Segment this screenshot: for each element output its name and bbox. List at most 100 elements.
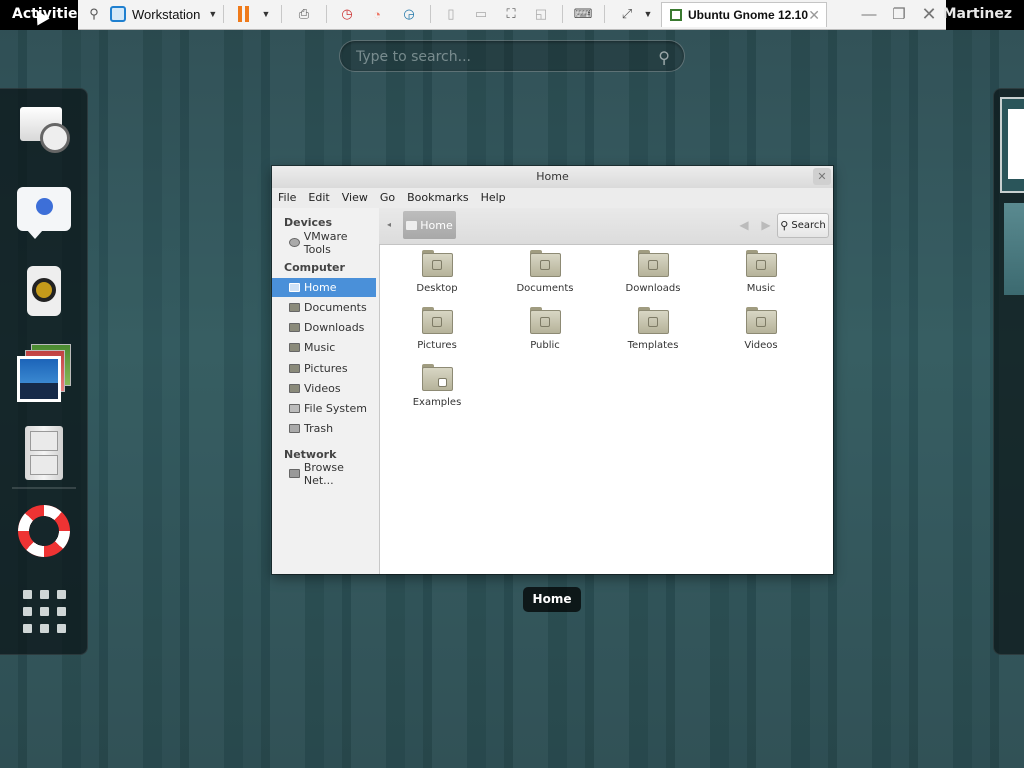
breadcrumb-label: Home	[420, 218, 453, 232]
pin-icon[interactable]: ⚲	[84, 3, 104, 25]
workspace-2-thumbnail[interactable]	[1004, 203, 1024, 295]
sidebar-item-videos[interactable]: Videos	[272, 379, 376, 398]
close-tab-icon[interactable]: ✕	[808, 7, 820, 24]
file-cabinet-icon[interactable]	[14, 423, 74, 483]
sidebar-header-computer: Computer	[284, 261, 345, 274]
tab-title: Ubuntu Gnome 12.10	[688, 8, 809, 22]
toolbar-divider	[430, 5, 431, 23]
full-screen-icon[interactable]: ⛶	[500, 3, 522, 25]
folder-icon	[637, 250, 669, 277]
help-lifebuoy-icon[interactable]	[14, 501, 74, 561]
pause-icon[interactable]	[234, 3, 252, 25]
nautilus-window[interactable]: Home ✕ File Edit View Go Bookmarks Help …	[272, 166, 833, 574]
thumbnail-bar-icon[interactable]: ▭	[470, 3, 492, 25]
file-item-pictures[interactable]: Pictures	[387, 307, 487, 361]
file-item-label: Examples	[412, 397, 462, 408]
folder-icon	[745, 250, 777, 277]
revert-snapshot-icon[interactable]: ◔	[366, 3, 388, 25]
file-item-documents[interactable]: Documents	[495, 250, 595, 304]
sidebar-item-label: Music	[304, 341, 336, 354]
file-item-public[interactable]: Public	[495, 307, 595, 361]
minimize-icon[interactable]: —	[858, 3, 880, 25]
snapshot-manager-icon[interactable]: ◶	[398, 3, 420, 25]
overview-search: ⚲	[339, 40, 685, 72]
menu-bookmarks[interactable]: Bookmarks	[401, 188, 474, 208]
vm-library-icon[interactable]	[110, 3, 126, 25]
sidebar-item-trash[interactable]: Trash	[272, 419, 376, 438]
breadcrumb-home[interactable]: Home	[403, 211, 456, 239]
folder-icon	[289, 323, 300, 332]
view-dropdown-chevron-icon[interactable]: ▼	[642, 3, 654, 25]
sidebar-header-network: Network	[284, 448, 337, 461]
take-snapshot-icon[interactable]: ◷	[336, 3, 358, 25]
search-icon: ⚲	[658, 48, 670, 67]
tab-ubuntu-gnome[interactable]: Ubuntu Gnome 12.10 ✕	[661, 2, 827, 27]
search-icon: ⚲	[780, 219, 789, 232]
trash-icon	[289, 424, 300, 433]
file-item-downloads[interactable]: Downloads	[603, 250, 703, 304]
search-input[interactable]	[354, 46, 648, 68]
sidebar-item-documents[interactable]: Documents	[272, 298, 376, 317]
menu-edit[interactable]: Edit	[302, 188, 335, 208]
back-arrow-icon[interactable]: ◀	[735, 216, 753, 234]
file-item-label: Downloads	[625, 283, 681, 294]
file-item-label: Videos	[744, 340, 778, 351]
folder-icon	[529, 307, 561, 334]
show-applications-grid-icon[interactable]	[14, 581, 74, 641]
unity-icon[interactable]: ◱	[530, 3, 552, 25]
send-ctrl-alt-del-icon[interactable]: ⎙	[293, 3, 315, 25]
shotwell-photos-icon[interactable]	[14, 341, 74, 402]
rhythmbox-speaker-icon[interactable]	[14, 261, 74, 321]
menu-help[interactable]: Help	[475, 188, 512, 208]
sidebar-item-label: Browse Net...	[303, 460, 344, 487]
sidebar-item-label: Videos	[304, 382, 341, 395]
folder-icon	[289, 343, 300, 352]
show-library-icon[interactable]: ▯	[440, 3, 462, 25]
folder-icon	[421, 250, 453, 277]
toolbar-divider	[562, 5, 563, 23]
stretch-guest-icon[interactable]: ⤢	[616, 3, 638, 25]
console-view-icon[interactable]: ⌨	[572, 3, 594, 25]
search-button[interactable]: ⚲ Search	[777, 213, 829, 238]
sidebar-item-music[interactable]: Music	[272, 338, 376, 357]
sidebar-item-browse-network[interactable]: Browse Net...	[272, 461, 376, 487]
user-menu[interactable]: Martinez	[943, 6, 1012, 22]
file-item-templates[interactable]: Templates	[603, 307, 703, 361]
chevron-down-icon: ▼	[208, 9, 218, 19]
sidebar-item-file-system[interactable]: File System	[272, 399, 376, 418]
file-item-videos[interactable]: Videos	[711, 307, 811, 361]
power-dropdown-chevron-icon[interactable]: ▼	[260, 3, 272, 25]
toolbar-divider	[223, 5, 224, 23]
sidebar-item-pictures[interactable]: Pictures	[272, 359, 376, 378]
file-item-music[interactable]: Music	[711, 250, 811, 304]
restore-icon[interactable]: ❐	[888, 3, 910, 25]
vmware-toolbar: ⚲ Workstation ▼ ▼ ⎙ ◷ ◔ ◶ ▯ ▭ ⛶ ◱ ⌨ ⤢ ▼ …	[78, 0, 946, 30]
sidebar-item-label: Pictures	[304, 362, 348, 375]
sidebar-item-label: Documents	[304, 301, 367, 314]
menu-view[interactable]: View	[336, 188, 374, 208]
sidebar-item-home[interactable]: Home	[272, 278, 376, 297]
sidebar-item-vmware-tools[interactable]: VMware Tools	[272, 230, 376, 256]
sidebar-item-label: File System	[304, 402, 367, 415]
activities-button[interactable]: Activities	[12, 6, 86, 22]
menu-file[interactable]: File	[272, 188, 302, 208]
sidebar-item-downloads[interactable]: Downloads	[272, 318, 376, 337]
workspace-1-thumbnail[interactable]	[1000, 97, 1024, 193]
vm-menu[interactable]: Workstation ▼	[132, 3, 218, 25]
forward-arrow-icon[interactable]: ▶	[757, 216, 775, 234]
drive-icon	[289, 404, 300, 413]
file-item-examples[interactable]: Examples	[387, 364, 487, 418]
folder-icon	[529, 250, 561, 277]
close-window-icon[interactable]: ✕	[918, 3, 940, 25]
menu-go[interactable]: Go	[374, 188, 401, 208]
window-caption[interactable]: Home	[523, 587, 581, 612]
folder-icon	[421, 307, 453, 334]
file-item-label: Documents	[516, 283, 574, 294]
breadcrumb-left-arrow-icon[interactable]: ◂	[387, 220, 391, 229]
folder-icon	[289, 384, 300, 393]
close-icon[interactable]: ✕	[813, 168, 831, 185]
evolution-icon[interactable]	[14, 97, 74, 157]
empathy-chat-icon[interactable]	[14, 179, 74, 239]
top-bar: Activities ⚲ Workstation ▼ ▼ ⎙ ◷ ◔ ◶ ▯ ▭…	[0, 0, 1024, 30]
file-item-desktop[interactable]: Desktop	[387, 250, 487, 304]
